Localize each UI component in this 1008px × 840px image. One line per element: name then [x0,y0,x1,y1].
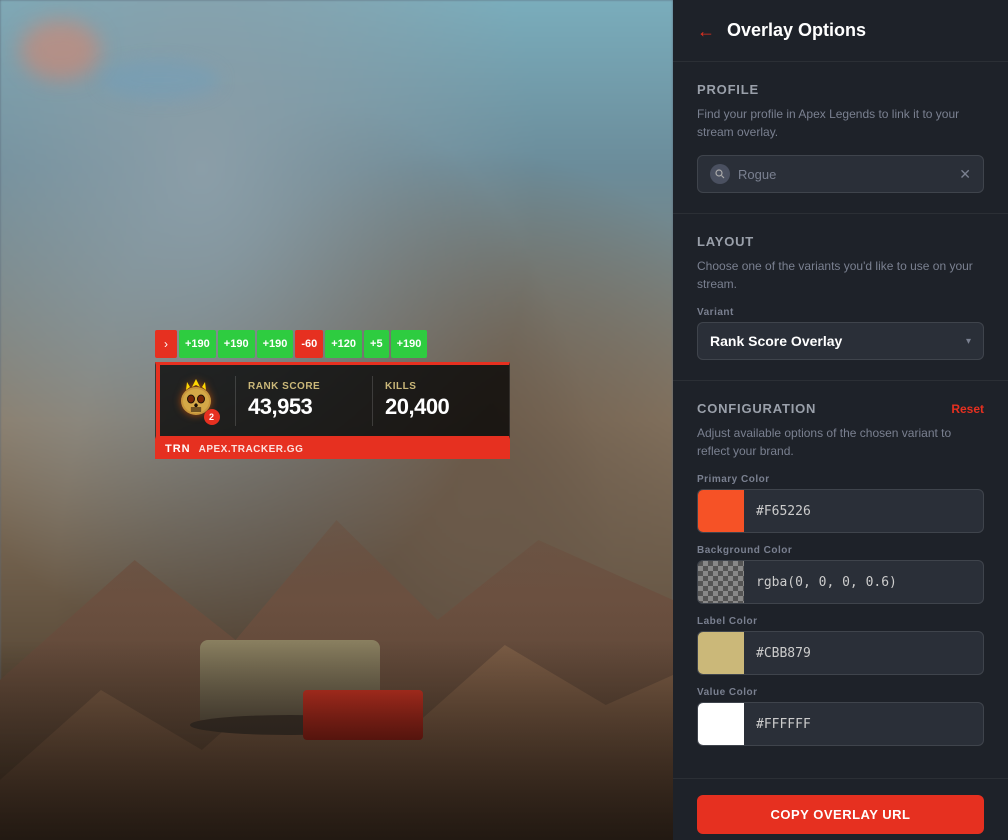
options-panel: ← Overlay Options Profile Find your prof… [673,0,1008,840]
value-color-value: #FFFFFF [744,717,983,732]
bg-color-input[interactable]: rgba(0, 0, 0, 0.6) [697,560,984,604]
panel-header: ← Overlay Options [673,0,1008,62]
config-title: Configuration [697,401,816,416]
search-clear-button[interactable]: ✕ [959,166,971,183]
skull-icon: 2 [172,377,220,425]
stats-divider-1 [235,376,236,426]
value-color-input[interactable]: #FFFFFF [697,702,984,746]
config-section: Configuration Reset Adjust available opt… [673,381,1008,779]
primary-color-input[interactable]: #F65226 [697,489,984,533]
bg-color-value: rgba(0, 0, 0, 0.6) [744,575,983,590]
layout-section: Layout Choose one of the variants you'd … [673,214,1008,381]
value-color-field: Value Color #FFFFFF [697,687,984,746]
primary-color-label: Primary Color [697,474,984,485]
overlay-widget: › +190 +190 +190 -60 +120 +5 +190 [155,330,510,459]
primary-color-value: #F65226 [744,504,983,519]
variant-dropdown[interactable]: Rank Score Overlay ▾ [697,322,984,360]
variant-label: Variant [697,307,984,318]
pill-1: +190 [179,330,216,358]
config-description: Adjust available options of the chosen v… [697,424,984,460]
trn-url: APEX.TRACKER.GG [199,444,304,455]
rank-score-block: RANK SCORE 43,953 [248,381,360,420]
primary-color-swatch[interactable] [698,490,744,532]
panel-title: Overlay Options [727,20,866,41]
bottom-overlay [0,640,673,840]
variant-value: Rank Score Overlay [710,333,842,349]
kills-value: 20,400 [385,394,497,420]
value-color-label: Value Color [697,687,984,698]
kills-label: KILLS [385,381,497,392]
rank-badge: 2 [168,373,223,428]
sky-decoration-2 [100,60,220,100]
label-color-value: #CBB879 [744,646,983,661]
pill-4: -60 [295,330,323,358]
copy-url-button[interactable]: COPY OVERLAY URL [697,795,984,834]
profile-description: Find your profile in Apex Legends to lin… [697,105,984,141]
config-header: Configuration Reset [697,401,984,416]
arrow-icon: › [164,337,168,351]
rank-score-label: RANK SCORE [248,381,360,392]
rank-score-value: 43,953 [248,394,360,420]
kills-block: KILLS 20,400 [385,381,497,420]
stats-card: 2 RANK SCORE 43,953 KILLS 20,400 [155,362,510,439]
label-color-swatch[interactable] [698,632,744,674]
trn-footer: TRN APEX.TRACKER.GG [155,439,510,459]
bg-color-swatch[interactable] [698,561,744,603]
label-color-field: Label Color #CBB879 [697,616,984,675]
search-icon [710,164,730,184]
arrow-button[interactable]: › [155,330,177,358]
bg-color-field: Background Color rgba(0, 0, 0, 0.6) [697,545,984,604]
reset-button[interactable]: Reset [951,402,984,416]
pill-3: +190 [257,330,294,358]
pill-2: +190 [218,330,255,358]
profile-title: Profile [697,82,984,97]
trn-label: TRN [165,443,191,455]
layout-title: Layout [697,234,984,249]
badge-number: 2 [204,409,220,425]
pill-5: +120 [325,330,362,358]
bg-color-label: Background Color [697,545,984,556]
layout-description: Choose one of the variants you'd like to… [697,257,984,293]
profile-section: Profile Find your profile in Apex Legend… [673,62,1008,214]
panel-footer: COPY OVERLAY URL [673,779,1008,840]
pill-6: +5 [364,330,389,358]
stats-divider-2 [372,376,373,426]
primary-color-field: Primary Color #F65226 [697,474,984,533]
pill-7: +190 [391,330,428,358]
score-pills-row: › +190 +190 +190 -60 +120 +5 +190 [155,330,510,358]
search-value[interactable]: Rogue [738,167,951,182]
label-color-input[interactable]: #CBB879 [697,631,984,675]
search-field[interactable]: Rogue ✕ [697,155,984,193]
variant-field: Variant Rank Score Overlay ▾ [697,307,984,360]
game-panel: › +190 +190 +190 -60 +120 +5 +190 [0,0,673,840]
value-color-swatch[interactable] [698,703,744,745]
back-button[interactable]: ← [697,22,715,40]
sky-decoration-1 [20,20,100,80]
label-color-label: Label Color [697,616,984,627]
dropdown-arrow-icon: ▾ [966,336,971,347]
